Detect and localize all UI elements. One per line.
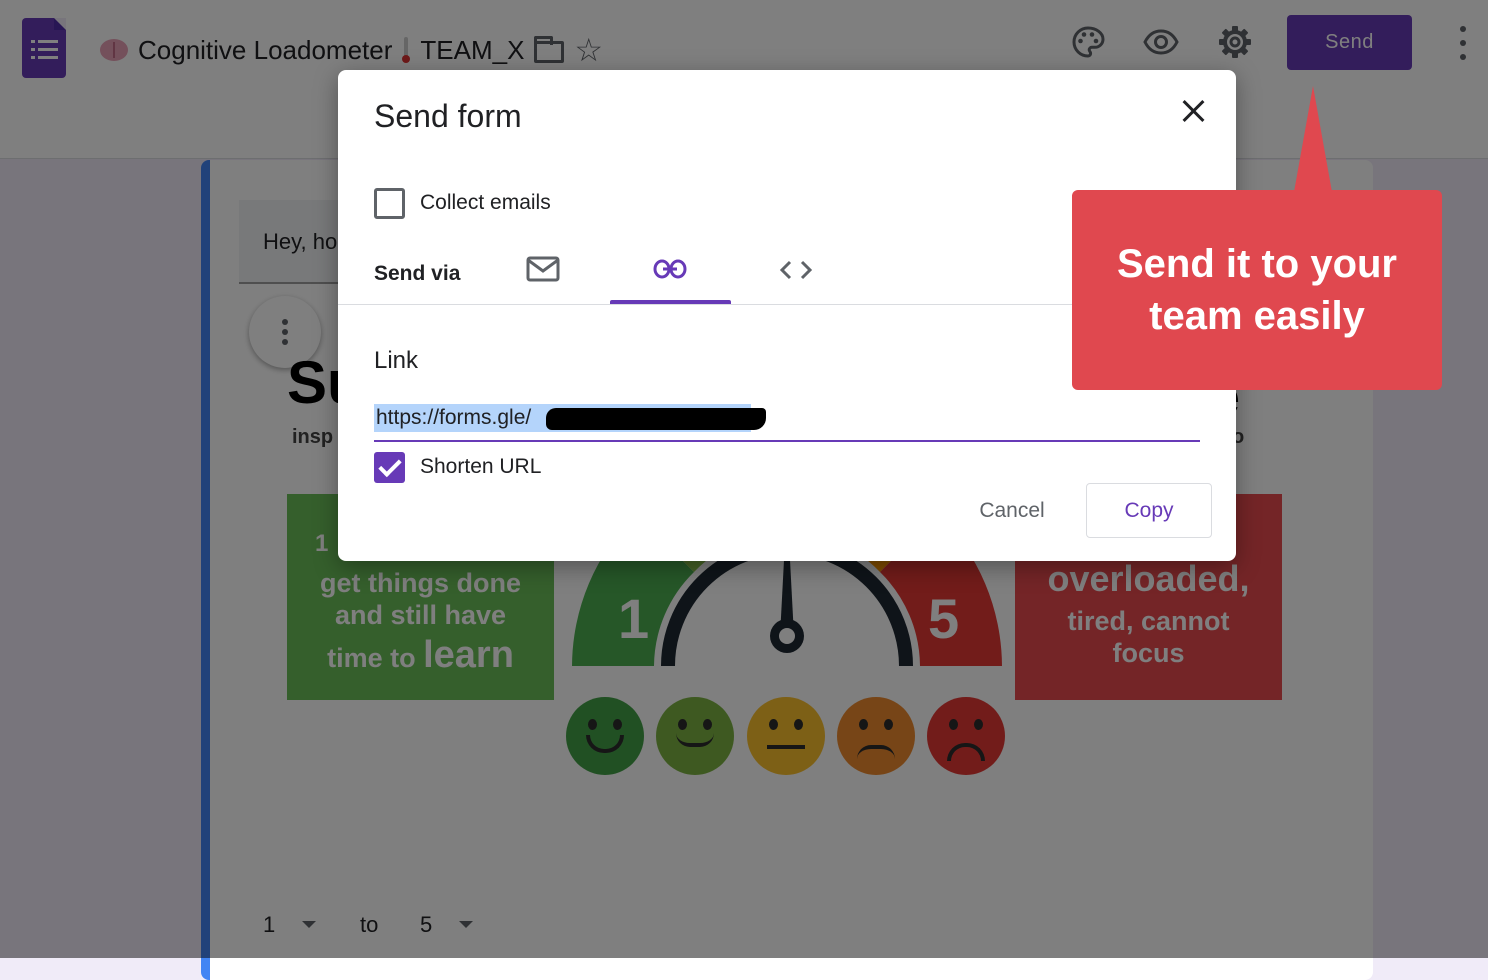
- collect-emails-checkbox[interactable]: [374, 188, 405, 219]
- link-label: Link: [374, 347, 419, 374]
- link-tab[interactable]: [610, 240, 731, 304]
- redaction-mark: [546, 408, 766, 430]
- dialog-title: Send form: [374, 98, 522, 134]
- shorten-url-label: Shorten URL: [420, 455, 542, 478]
- email-tab[interactable]: [526, 256, 560, 282]
- link-url-field[interactable]: https://forms.gle/7: [374, 400, 1200, 442]
- cancel-button[interactable]: Cancel: [960, 484, 1064, 538]
- annotation-callout: Send it to your team easily: [1072, 190, 1442, 390]
- send-via-label: Send via: [374, 262, 461, 285]
- close-icon[interactable]: [1176, 94, 1212, 130]
- mail-icon: [526, 256, 560, 282]
- shorten-url-checkbox[interactable]: [374, 452, 405, 483]
- link-url-text: https://forms.gle/: [376, 406, 532, 429]
- collect-emails-label: Collect emails: [420, 191, 551, 214]
- code-icon: [779, 260, 813, 280]
- callout-line-2: team easily: [1149, 294, 1365, 338]
- link-icon: [653, 259, 687, 279]
- copy-button[interactable]: Copy: [1086, 483, 1212, 538]
- embed-tab[interactable]: [778, 256, 814, 284]
- callout-arrow: [1294, 86, 1332, 192]
- callout-line-1: Send it to your: [1117, 242, 1397, 286]
